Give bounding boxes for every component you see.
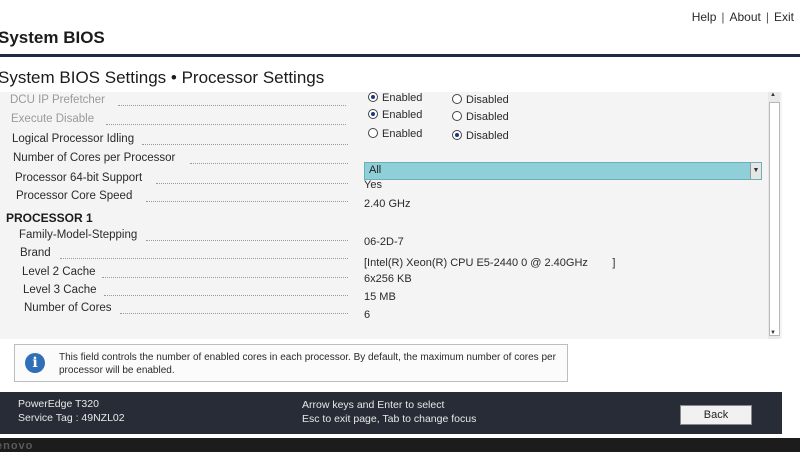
page-title: System BIOS Settings • Processor Setting… [0,68,325,87]
leader-dots [106,124,346,125]
scroll-down-icon[interactable]: ▼ [770,330,776,336]
bios-screen: Help | About | Exit System BIOS System BIOS … [0,0,800,438]
radio-dcu-disabled[interactable]: Disabled [452,94,509,106]
info-label: Level 2 Cache [22,266,96,278]
info-row-level-2-cache: Level 2 Cache 6x256 KB [0,266,780,285]
setting-label: Processor 64-bit Support [15,172,143,184]
radio-unselected-icon [368,128,378,138]
setting-value: 2.40 GHz [364,198,411,210]
radio-label: Disabled [466,111,509,123]
radio-execute-disabled[interactable]: Disabled [452,111,509,123]
header-divider [0,54,800,57]
radio-selected-icon [452,130,462,140]
back-button[interactable]: Back [680,405,752,425]
leader-dots [142,144,348,145]
radio-selected-icon [368,109,378,119]
scrollbar-thumb[interactable] [769,102,780,336]
setting-row-64bit-support: Processor 64-bit Support Yes [0,172,780,191]
leader-dots [146,240,348,241]
info-row-number-of-cores: Number of Cores 6 [0,302,780,321]
info-label: Level 3 Cache [23,284,97,296]
link-separator: | [721,10,725,24]
exit-link[interactable]: Exit [774,10,794,24]
radio-idling-enabled[interactable]: Enabled [368,128,422,140]
info-value: 6 [364,309,371,321]
app-title: System BIOS [0,28,105,47]
info-label: Family-Model-Stepping [19,229,138,241]
leader-dots [190,163,348,164]
section-heading-processor-1: PROCESSOR 1 [6,211,93,225]
radio-dcu-enabled[interactable]: Enabled [368,92,422,104]
leader-dots [146,201,348,202]
info-label: Number of Cores [24,302,112,314]
leader-dots [104,295,348,296]
help-text: This field controls the number of enable… [59,352,556,376]
about-link[interactable]: About [730,10,761,24]
system-info: PowerEdge T320 Service Tag : 49NZL02 [18,397,125,425]
info-row-level-3-cache: Level 3 Cache 15 MB [0,284,780,303]
setting-label: Processor Core Speed [16,190,133,202]
footer-bar: PowerEdge T320 Service Tag : 49NZL02 Arr… [0,392,782,434]
setting-label: Number of Cores per Processor [13,152,176,164]
model-name: PowerEdge T320 [18,398,99,410]
info-icon: i [25,353,45,373]
radio-label: Enabled [382,109,423,121]
leader-dots [102,277,348,278]
setting-label: DCU IP Prefetcher [10,94,106,106]
radio-label: Disabled [466,94,509,106]
leader-dots [156,183,348,184]
info-row-brand: Brand [Intel(R) Xeon(R) CPU E5-2440 0 @ … [0,247,780,269]
top-links: Help | About | Exit [692,10,794,24]
key-hint: Arrow keys and Enter to select [302,399,445,411]
leader-dots [118,105,346,106]
info-row-family-model-stepping: Family-Model-Stepping 06-2D-7 [0,229,780,248]
setting-row-core-speed: Processor Core Speed 2.40 GHz [0,190,780,210]
help-box: i This field controls the number of enab… [14,344,568,382]
radio-label: Disabled [466,130,509,142]
radio-unselected-icon [452,94,462,104]
radio-execute-enabled[interactable]: Enabled [368,109,422,121]
radio-unselected-icon [452,111,462,121]
radio-label: Enabled [382,92,423,104]
leader-dots [120,313,348,314]
info-label: Brand [20,247,51,259]
settings-panel: DCU IP Prefetcher Enabled Disabled Execu… [0,92,782,339]
setting-label: Logical Processor Idling [12,133,135,145]
radio-selected-icon [368,92,378,102]
leader-dots [60,258,348,259]
setting-row-logical-processor-idling: Logical Processor Idling Enabled Disable… [0,128,780,151]
help-link[interactable]: Help [692,10,717,24]
key-hints: Arrow keys and Enter to select Esc to ex… [302,398,476,426]
monitor-brand-label: enovo [0,440,34,452]
link-separator: | [765,10,769,24]
radio-idling-disabled[interactable]: Disabled [452,130,509,142]
key-hint: Esc to exit page, Tab to change focus [302,413,477,425]
radio-label: Enabled [382,128,423,140]
setting-label: Execute Disable [11,113,95,125]
scroll-up-icon[interactable]: ▲ [770,92,776,98]
service-tag: Service Tag : 49NZL02 [18,412,125,424]
setting-row-number-of-cores: Number of Cores per Processor All ▼ [0,152,780,180]
